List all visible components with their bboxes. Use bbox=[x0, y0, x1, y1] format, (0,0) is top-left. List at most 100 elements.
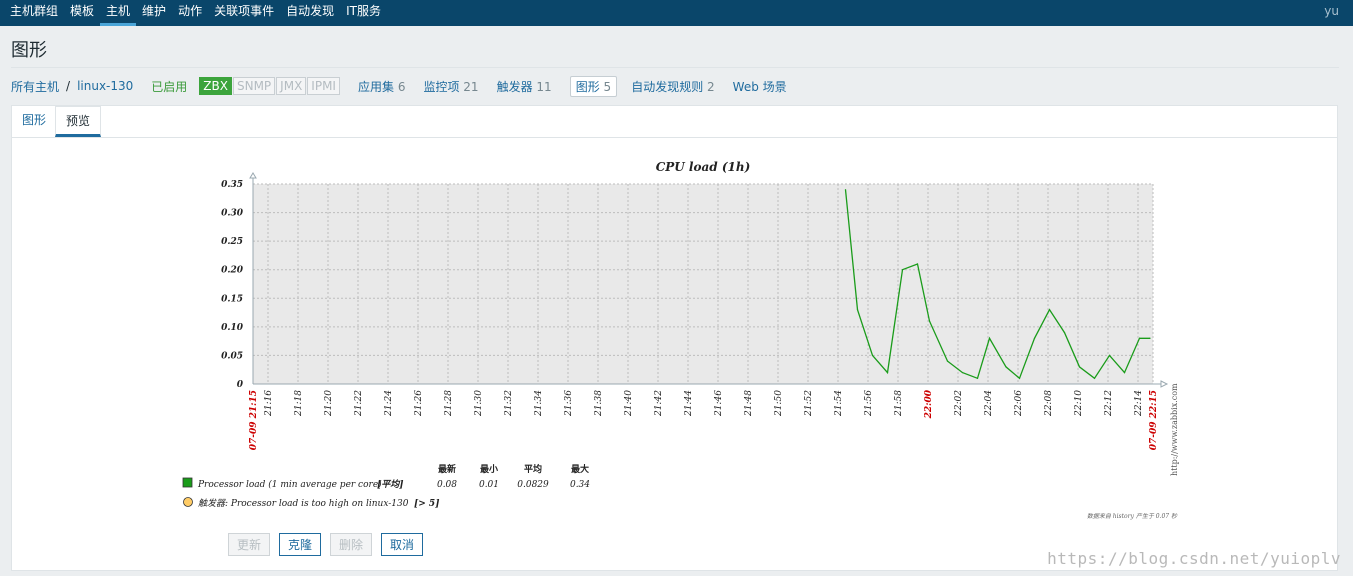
x-tick-label: 07-09 22:15 bbox=[1149, 390, 1159, 450]
legend-value: 0.01 bbox=[479, 480, 499, 490]
x-tick-label: 21:38 bbox=[594, 390, 604, 417]
legend-value: 0.0829 bbox=[517, 480, 549, 490]
link-applications[interactable]: 应用集 6 bbox=[358, 78, 405, 95]
header-divider bbox=[11, 67, 1339, 68]
top-navigation: 主机群组 模板 主机 维护 动作 关联项事件 自动发现 IT服务 yu bbox=[0, 0, 1353, 26]
badge-zbx: ZBX bbox=[199, 77, 232, 95]
y-tick-label: 0.30 bbox=[221, 209, 244, 219]
badge-snmp: SNMP bbox=[232, 77, 276, 95]
y-tick-label: 0.15 bbox=[221, 294, 243, 304]
x-axis-arrow bbox=[1160, 380, 1169, 388]
x-tick-label: 21:52 bbox=[804, 390, 814, 417]
x-tick-label: 22:00 bbox=[924, 389, 934, 419]
x-tick-label: 21:20 bbox=[324, 390, 334, 417]
x-tick-label: 21:22 bbox=[354, 390, 364, 417]
x-tick-label: 22:14 bbox=[1134, 390, 1144, 417]
cpu-load-chart: 0 0.05 0.10 0.15 0.20 0.25 0.30 0.35 07-09 21:15… bbox=[182, 160, 1179, 520]
legend-swatch bbox=[182, 477, 193, 488]
series-point bbox=[886, 371, 889, 374]
series-point bbox=[961, 371, 964, 374]
series-point bbox=[1033, 337, 1036, 339]
host-status[interactable]: 已启用 bbox=[151, 78, 187, 95]
x-tick-label: 22:10 bbox=[1074, 390, 1084, 417]
series-point bbox=[1018, 377, 1021, 379]
x-tick-label: 21:16 bbox=[264, 390, 274, 417]
x-tick-label: 21:34 bbox=[534, 390, 544, 417]
y-tick-label: 0.35 bbox=[221, 180, 243, 190]
x-tick-label: 21:26 bbox=[414, 390, 424, 417]
y-tick-label: 0.10 bbox=[221, 323, 244, 333]
x-tick-label: 21:56 bbox=[864, 390, 874, 417]
page-header: 图形 bbox=[0, 26, 1353, 68]
update-button[interactable]: 更新 bbox=[228, 533, 271, 556]
series-point bbox=[1078, 366, 1081, 368]
nav-item-4[interactable]: 动作 bbox=[172, 0, 208, 26]
y-tick-label: 0 bbox=[237, 380, 244, 390]
y-tick-label: 0.20 bbox=[221, 266, 244, 276]
x-tick-label: 07-09 21:15 bbox=[249, 390, 259, 450]
delete-button[interactable]: 删除 bbox=[330, 533, 373, 556]
series-point bbox=[928, 320, 931, 322]
series-point bbox=[1138, 337, 1141, 339]
link-triggers[interactable]: 触发器 11 bbox=[497, 78, 552, 95]
nav-item-2[interactable]: 主机 bbox=[100, 0, 137, 26]
link-discovery-rules[interactable]: 自动发现规则 2 bbox=[631, 78, 714, 95]
user-menu[interactable]: yu bbox=[1324, 4, 1339, 18]
x-tick-label: 21:32 bbox=[504, 390, 514, 417]
legend-series-name: Processor load (1 min average per core) bbox=[197, 479, 382, 490]
badge-jmx: JMX bbox=[276, 77, 307, 95]
y-axis-arrow bbox=[249, 172, 257, 179]
x-tick-label: 21:58 bbox=[894, 390, 904, 417]
breadcrumb-host[interactable]: linux-130 bbox=[77, 79, 133, 93]
nav-item-0[interactable]: 主机群组 bbox=[4, 0, 64, 26]
x-tick-label: 21:30 bbox=[474, 390, 484, 417]
trigger-marker bbox=[183, 497, 193, 507]
x-tick-label: 21:54 bbox=[834, 390, 844, 417]
graph-panel: 图形 预览 0 0.05 0.10 0.15 0.20 0.25 0.30 0.35 07-09… bbox=[11, 105, 1338, 571]
nav-item-3[interactable]: 维护 bbox=[136, 0, 172, 26]
trigger-label: 触发器: Processor load is too high on linux… bbox=[198, 498, 409, 509]
x-tick-label: 21:42 bbox=[654, 390, 664, 417]
series-point bbox=[901, 269, 904, 271]
x-tick-label: 22:02 bbox=[954, 390, 964, 417]
nav-item-1[interactable]: 模板 bbox=[64, 0, 100, 26]
y-tick-label: 0.05 bbox=[221, 351, 243, 361]
x-tick-label: 21:48 bbox=[744, 390, 754, 417]
breadcrumb-separator: / bbox=[66, 79, 71, 93]
link-items[interactable]: 监控项 21 bbox=[423, 78, 478, 95]
cancel-button[interactable]: 取消 bbox=[381, 533, 424, 556]
series-point bbox=[1093, 377, 1096, 379]
x-tick-label: 21:36 bbox=[564, 390, 574, 417]
breadcrumb-all-hosts[interactable]: 所有主机 bbox=[11, 78, 59, 95]
series-point bbox=[1123, 371, 1126, 374]
nav-item-6[interactable]: 自动发现 bbox=[280, 0, 340, 26]
x-tick-label: 22:08 bbox=[1044, 390, 1054, 417]
x-tick-label: 22:04 bbox=[984, 390, 994, 417]
x-tick-label: 21:18 bbox=[294, 390, 304, 417]
watermark: https://blog.csdn.net/yuioplv bbox=[1047, 549, 1341, 568]
badge-ipmi: IPMI bbox=[307, 77, 340, 95]
series-point bbox=[871, 354, 874, 357]
x-tick-label: 21:28 bbox=[444, 390, 454, 417]
legend-header: 平均 bbox=[524, 463, 542, 475]
x-tick-label: 21:24 bbox=[384, 390, 394, 417]
series-point bbox=[1149, 337, 1151, 339]
nav-item-5[interactable]: 关联项事件 bbox=[208, 0, 280, 26]
legend-header: 最大 bbox=[571, 463, 589, 475]
x-tick-label: 22:12 bbox=[1104, 390, 1114, 417]
breadcrumb: 所有主机 / linux-130 已启用 ZBX SNMP JMX IPMI 应… bbox=[11, 75, 805, 97]
form-buttons: 更新 克隆 删除 取消 bbox=[228, 533, 424, 556]
link-web-scenarios[interactable]: Web 场景 bbox=[733, 78, 787, 95]
legend-header: 最小 bbox=[480, 463, 498, 475]
link-graphs[interactable]: 图形 5 bbox=[569, 75, 618, 97]
series-point bbox=[988, 337, 991, 339]
series-point bbox=[844, 189, 847, 191]
nav-item-7[interactable]: IT服务 bbox=[340, 0, 387, 26]
series-point bbox=[1063, 331, 1066, 334]
series-point bbox=[1005, 366, 1007, 368]
series-point bbox=[946, 360, 949, 362]
legend-func: [平均] bbox=[377, 479, 404, 490]
chart-title: CPU load (1h) bbox=[656, 160, 751, 174]
x-tick-label: 21:46 bbox=[714, 390, 724, 417]
clone-button[interactable]: 克隆 bbox=[279, 533, 322, 556]
